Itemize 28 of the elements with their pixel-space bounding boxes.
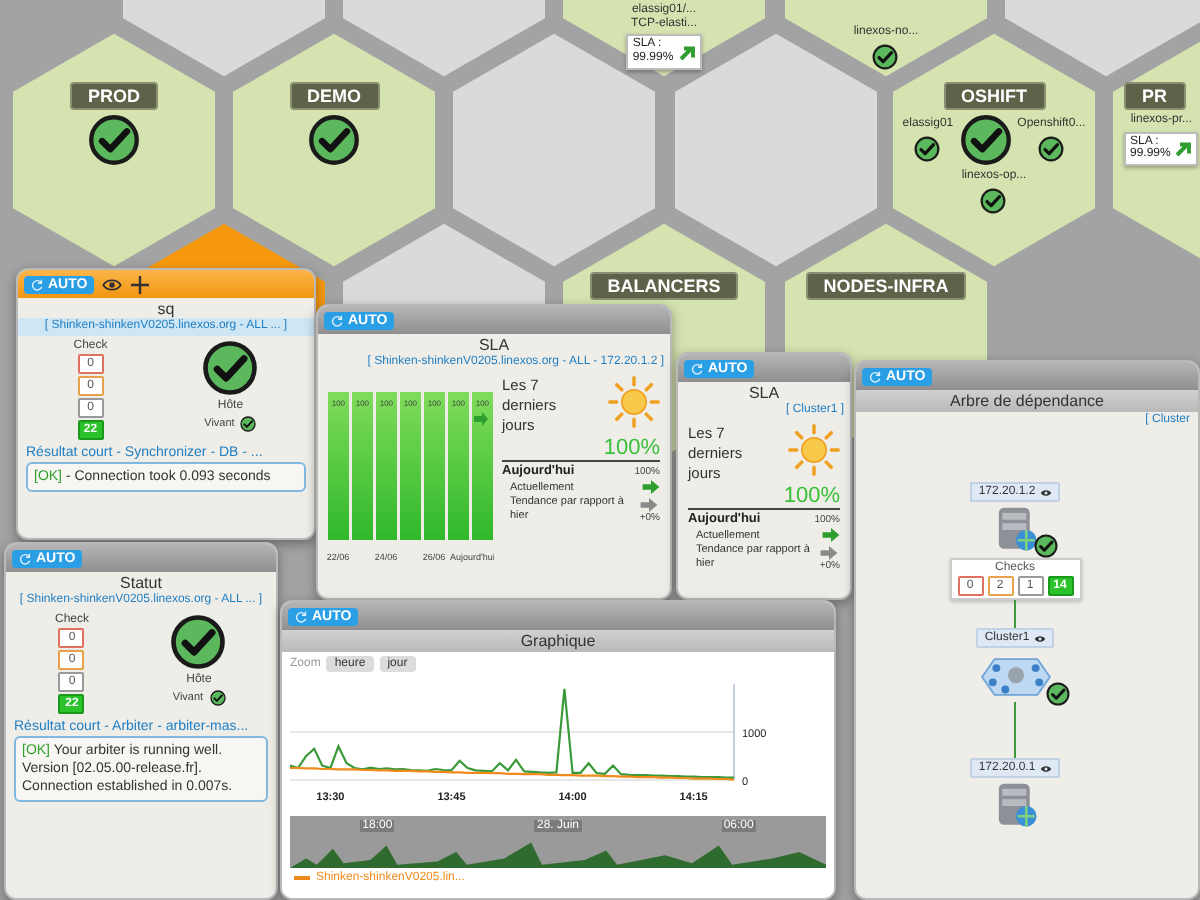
- panel-title: SLA: [746, 382, 782, 402]
- eye-icon[interactable]: [1039, 763, 1052, 774]
- refresh-icon: [30, 277, 44, 291]
- panel-title: SLA: [476, 334, 512, 354]
- eye-icon[interactable]: [1033, 633, 1046, 644]
- y-axis-line: [733, 683, 735, 781]
- refresh-icon: [294, 609, 308, 623]
- sun-icon: [608, 376, 660, 429]
- sun-icon: [788, 424, 840, 477]
- group-label[interactable]: OSHIFT: [943, 82, 1045, 110]
- group-label[interactable]: DEMO: [289, 82, 379, 110]
- panel-title: Arbre de dépendance: [856, 390, 1198, 412]
- eye-icon[interactable]: [101, 275, 122, 293]
- eye-icon[interactable]: [1039, 487, 1052, 498]
- panel-title: sq: [155, 298, 177, 318]
- refresh-icon: [690, 361, 704, 375]
- sla-percentage: 100%: [502, 436, 660, 463]
- group-label[interactable]: BALANCERS: [589, 272, 739, 300]
- refresh-icon: [868, 369, 882, 383]
- plus-icon[interactable]: [129, 275, 150, 293]
- panel-title: Graphique: [282, 630, 834, 652]
- panel-title: Statut: [118, 572, 164, 592]
- refresh-icon: [18, 551, 32, 565]
- group-label[interactable]: PR: [1124, 82, 1186, 110]
- refresh-icon: [330, 313, 344, 327]
- sla-percentage: 100%: [688, 484, 840, 511]
- group-label[interactable]: PROD: [69, 82, 158, 110]
- group-label[interactable]: NODES-INFRA: [805, 272, 967, 300]
